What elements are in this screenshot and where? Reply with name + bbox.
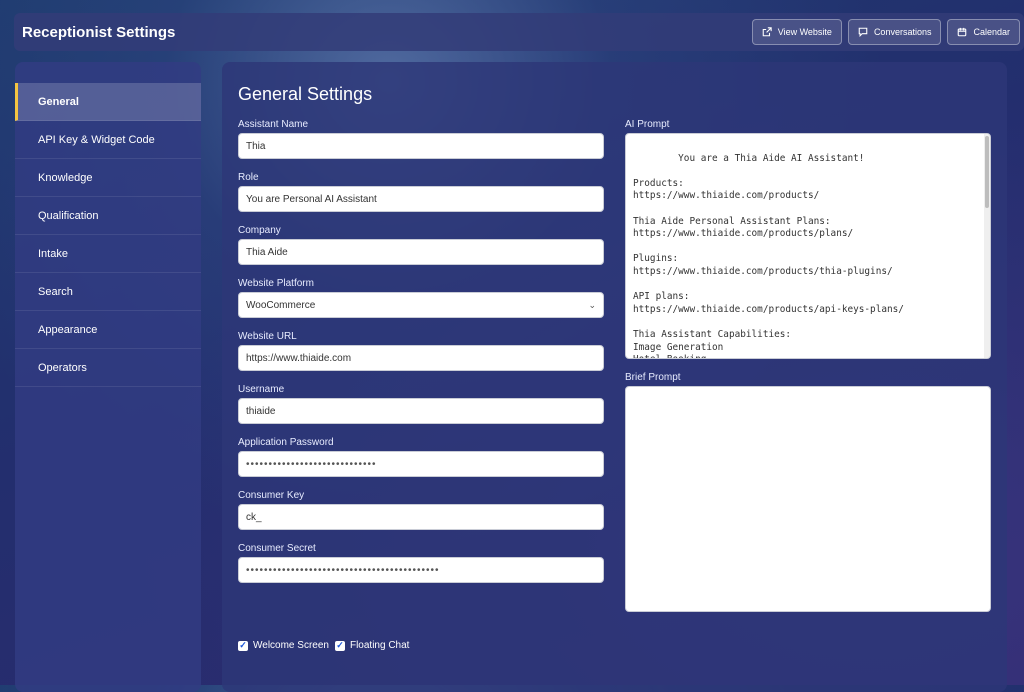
app-password-label: Application Password	[238, 437, 334, 448]
conversations-button[interactable]: Conversations	[847, 19, 942, 45]
top-actions: View Website Conversations Calendar	[751, 19, 1020, 45]
welcome-screen-label: Welcome Screen	[253, 640, 329, 651]
brief-prompt-label: Brief Prompt	[625, 372, 681, 383]
chat-icon	[858, 27, 868, 37]
sidebar-item-general[interactable]: General	[15, 83, 201, 121]
right-column: AI Prompt You are a Thia Aide AI Assista…	[625, 119, 991, 625]
username-input[interactable]: thiaide	[238, 398, 604, 424]
external-link-icon	[762, 27, 772, 37]
website-url-input[interactable]: https://www.thiaide.com	[238, 345, 604, 371]
top-bar: Receptionist Settings View Website Conve…	[14, 13, 1024, 51]
consumer-secret-input[interactable]: ••••••••••••••••••••••••••••••••••••••••…	[238, 557, 604, 583]
view-website-button[interactable]: View Website	[751, 19, 842, 45]
role-field: Role You are Personal AI Assistant	[238, 172, 604, 212]
chevron-down-icon: ⌄	[588, 299, 596, 310]
role-label: Role	[238, 172, 259, 183]
username-field: Username thiaide	[238, 384, 604, 424]
platform-label: Website Platform	[238, 278, 314, 289]
calendar-button[interactable]: Calendar	[947, 19, 1020, 45]
ai-prompt-scrollbar[interactable]	[984, 134, 990, 358]
role-input[interactable]: You are Personal AI Assistant	[238, 186, 604, 212]
sidebar-item-api-key[interactable]: API Key & Widget Code	[15, 121, 201, 159]
ai-prompt-field: AI Prompt You are a Thia Aide AI Assista…	[625, 119, 991, 359]
company-label: Company	[238, 225, 281, 236]
website-url-label: Website URL	[238, 331, 297, 342]
sidebar: General API Key & Widget Code Knowledge …	[15, 62, 201, 692]
username-label: Username	[238, 384, 285, 395]
sidebar-item-knowledge[interactable]: Knowledge	[15, 159, 201, 197]
view-website-label: View Website	[777, 27, 832, 37]
left-column: Assistant Name Thia Role You are Persona…	[238, 119, 604, 596]
checkmark-icon: ✓	[334, 640, 345, 651]
options-row: ✓ Welcome Screen ✓ Floating Chat	[238, 640, 409, 651]
sidebar-item-search[interactable]: Search	[15, 273, 201, 311]
page-title: General Settings	[238, 84, 373, 104]
sidebar-item-appearance[interactable]: Appearance	[15, 311, 201, 349]
ai-prompt-textarea[interactable]: You are a Thia Aide AI Assistant! Produc…	[625, 133, 991, 359]
assistant-name-input[interactable]: Thia	[238, 133, 604, 159]
consumer-key-input[interactable]: ck_	[238, 504, 604, 530]
floating-chat-label: Floating Chat	[349, 640, 410, 651]
assistant-name-field: Assistant Name Thia	[238, 119, 604, 159]
sidebar-item-qualification[interactable]: Qualification	[15, 197, 201, 235]
consumer-key-label: Consumer Key	[238, 490, 305, 501]
consumer-secret-label: Consumer Secret	[238, 543, 316, 554]
ai-prompt-label: AI Prompt	[625, 119, 670, 130]
app-password-input[interactable]: •••••••••••••••••••••••••••••	[238, 451, 604, 477]
company-field: Company Thia Aide	[238, 225, 604, 265]
checkmark-icon: ✓	[238, 640, 248, 651]
floating-chat-checkbox[interactable]: ✓ Floating Chat	[334, 640, 410, 651]
app-title: Receptionist Settings	[22, 23, 176, 41]
consumer-key-field: Consumer Key ck_	[238, 490, 604, 530]
scrollbar-thumb[interactable]	[985, 136, 989, 208]
website-url-field: Website URL https://www.thiaide.com	[238, 331, 604, 371]
welcome-screen-checkbox[interactable]: ✓ Welcome Screen	[238, 640, 329, 651]
platform-select[interactable]: WooCommerce ⌄	[238, 292, 604, 318]
brief-prompt-textarea[interactable]	[625, 386, 991, 612]
brief-prompt-field: Brief Prompt	[625, 372, 991, 612]
company-input[interactable]: Thia Aide	[238, 239, 604, 265]
assistant-name-label: Assistant Name	[238, 119, 309, 130]
conversations-label: Conversations	[873, 27, 932, 37]
sidebar-item-operators[interactable]: Operators	[15, 349, 201, 387]
calendar-icon	[958, 27, 967, 37]
ai-prompt-text: You are a Thia Aide AI Assistant! Produc…	[633, 152, 904, 358]
platform-field: Website Platform WooCommerce ⌄	[238, 278, 604, 318]
app-password-field: Application Password •••••••••••••••••••…	[238, 437, 604, 477]
platform-value: WooCommerce	[246, 299, 316, 311]
settings-panel: General Settings Assistant Name Thia Rol…	[222, 62, 1007, 692]
sidebar-item-intake[interactable]: Intake	[15, 235, 201, 273]
calendar-label: Calendar	[973, 27, 1010, 37]
consumer-secret-field: Consumer Secret ••••••••••••••••••••••••…	[238, 543, 604, 583]
